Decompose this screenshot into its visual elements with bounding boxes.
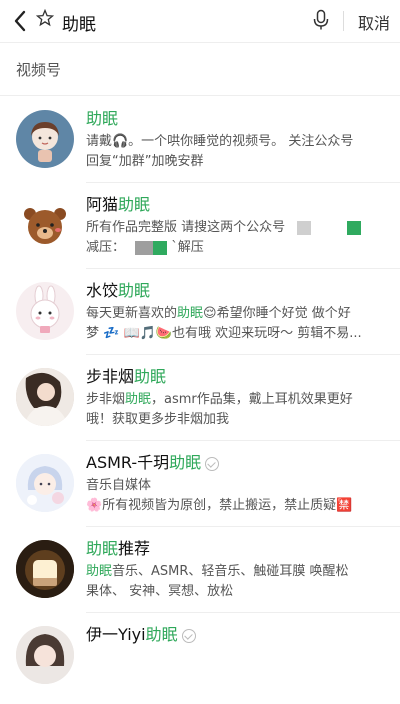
list-item[interactable]: 步非烟助眠 步非烟助眠，asmr作品集，戴上耳机效果更好 哦！获取更多步非烟加我 (0, 354, 400, 440)
keyword-highlight: 助眠 (86, 539, 119, 558)
avatar (16, 368, 74, 426)
blur-patch (347, 220, 362, 235)
avatar-image (16, 368, 74, 426)
result-title: 水饺助眠 (86, 281, 151, 300)
microphone-icon[interactable] (312, 9, 330, 31)
result-title: 伊一Yiyi助眠 (86, 624, 388, 646)
result-title: 助眠 (86, 108, 388, 130)
keyword-highlight: 助眠 (125, 392, 152, 407)
list-item[interactable]: 伊一Yiyi助眠 (0, 612, 400, 694)
avatar (16, 626, 74, 684)
result-title: 步非烟助眠 (86, 367, 167, 386)
avatar-image (16, 626, 74, 684)
cancel-button[interactable]: 取消 (358, 10, 390, 34)
back-arrow-icon[interactable] (10, 8, 32, 34)
avatar-image (30, 285, 60, 333)
result-title: 阿猫助眠 (86, 195, 151, 214)
result-description: 步非烟助眠，asmr作品集，戴上耳机效果更好 (86, 392, 353, 407)
result-description: 助眠音乐、ASMR、轻音乐、触碰耳膜 唤醒松 (86, 564, 349, 579)
avatar (16, 110, 74, 168)
result-description: 回复“加群”加晚安群 (86, 154, 204, 169)
avatar-image (16, 540, 74, 598)
search-input[interactable]: 助眠 (62, 10, 96, 35)
blur-patch (135, 240, 154, 255)
keyword-highlight: 助眠 (145, 625, 178, 644)
result-description: 请戴🎧。一个哄你睡觉的视频号。 关注公众号 (86, 134, 354, 149)
results-list: 助眠 请戴🎧。一个哄你睡觉的视频号。 关注公众号 回复“加群”加晚安群 阿猫助眠 (0, 96, 400, 694)
toolbar-divider (343, 11, 344, 31)
list-item[interactable]: ASMR-千玥助眠 音乐自媒体 🌸所有视频皆为原创，禁止搬运，禁止质疑🈲 (0, 440, 400, 526)
result-description: 🌸所有视频皆为原创，禁止搬运，禁止质疑🈲 (86, 498, 353, 513)
result-title: 助眠推荐 (86, 539, 151, 558)
keyword-highlight: 助眠 (134, 367, 167, 386)
result-description: 果体、 安神、冥想、放松 (86, 584, 234, 599)
keyword-highlight: 助眠 (118, 281, 151, 300)
avatar (16, 454, 74, 512)
result-description: 梦 💤 📖🎵🍉也有哦 欢迎来玩呀～ 剪辑不易... (86, 326, 362, 341)
avatar-image (24, 208, 66, 244)
keyword-highlight: 助眠 (177, 306, 204, 321)
list-item[interactable]: 水饺助眠 每天更新喜欢的助眠😌希望你睡个好觉 做个好 梦 💤 📖🎵🍉也有哦 欢迎… (0, 268, 400, 354)
keyword-highlight: 助眠 (86, 109, 119, 128)
verified-icon (205, 456, 220, 471)
blur-patch (297, 220, 312, 235)
result-description: 所有作品完整版 请搜这两个公众号 (86, 218, 388, 238)
keyword-highlight: 助眠 (118, 195, 151, 214)
section-title: 视频号 (0, 43, 400, 96)
avatar-image (16, 454, 74, 512)
avatar-image (31, 122, 59, 162)
avatar (16, 540, 74, 598)
blur-patch (153, 240, 168, 255)
star-icon (36, 9, 54, 27)
keyword-highlight: 助眠 (169, 453, 202, 472)
list-item[interactable]: 助眠 请戴🎧。一个哄你睡觉的视频号。 关注公众号 回复“加群”加晚安群 (0, 96, 400, 182)
keyword-highlight: 助眠 (86, 564, 113, 579)
list-item[interactable]: 助眠推荐 助眠音乐、ASMR、轻音乐、触碰耳膜 唤醒松 果体、 安神、冥想、放松 (0, 526, 400, 612)
avatar (16, 196, 74, 254)
verified-icon (181, 628, 196, 643)
result-title: ASMR-千玥助眠 (86, 452, 388, 474)
avatar (16, 282, 74, 340)
search-bar: 助眠 取消 (0, 0, 400, 43)
result-description: 音乐自媒体 (86, 478, 152, 493)
list-item[interactable]: 阿猫助眠 所有作品完整版 请搜这两个公众号 减压： `解压 (0, 182, 400, 268)
result-description: 减压： `解压 (86, 240, 204, 255)
result-description: 哦！获取更多步非烟加我 (86, 412, 230, 427)
result-description: 每天更新喜欢的助眠😌希望你睡个好觉 做个好 (86, 306, 351, 321)
